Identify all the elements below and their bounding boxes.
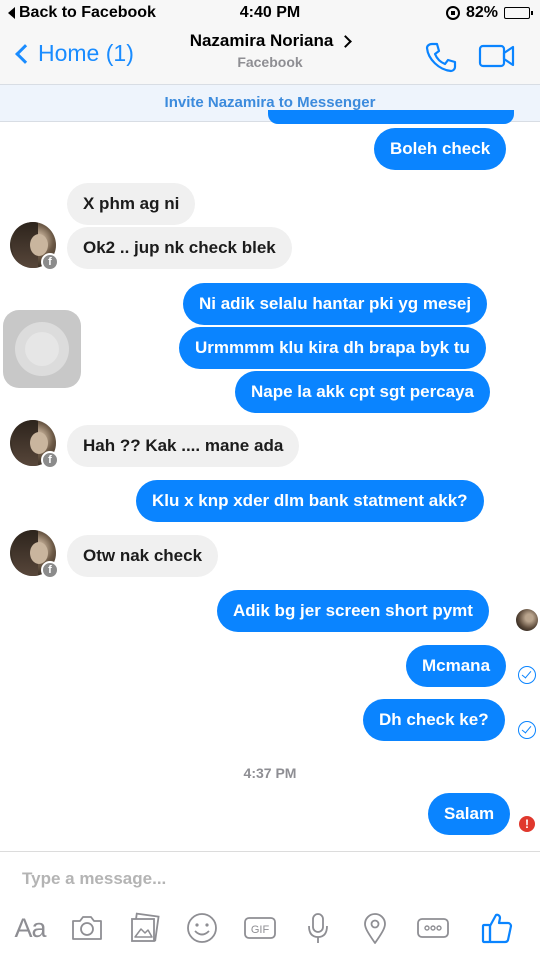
contact-subtitle: Facebook — [237, 54, 303, 70]
contact-name-row: Nazamira Noriana — [189, 31, 353, 51]
delivered-check-icon — [518, 666, 536, 684]
message-in[interactable]: X phm ag ni — [67, 183, 196, 225]
message-out[interactable]: Urmmmm klu kira dh brapa byk tu — [179, 327, 486, 369]
message-out[interactable]: Boleh check — [374, 128, 507, 170]
status-right: 82% — [445, 4, 533, 22]
message-input[interactable] — [10, 860, 530, 898]
composer-toolbar: Aa GIF — [0, 906, 540, 950]
microphone-icon — [308, 913, 328, 943]
nav-bar: Home (1) Nazamira Noriana Facebook — [0, 26, 540, 84]
rotation-lock-icon — [445, 6, 460, 20]
seen-avatar — [516, 609, 538, 631]
message-in[interactable]: Ok2 .. jup nk check blek — [67, 227, 292, 269]
more-dots-icon — [417, 918, 449, 938]
battery-icon — [504, 7, 533, 19]
thumbs-up-icon — [481, 913, 513, 944]
camera-icon — [72, 916, 102, 940]
facebook-badge-icon: f — [41, 561, 59, 579]
contact-name: Nazamira Noriana — [189, 31, 334, 50]
like-button[interactable] — [475, 906, 519, 950]
voice-button[interactable] — [296, 906, 340, 950]
text-format-label: Aa — [14, 912, 46, 943]
partial-message-bubble — [268, 110, 514, 124]
message-out[interactable]: Ni adik selalu hantar pki yg mesej — [183, 283, 488, 325]
message-out[interactable]: Klu x knp xder dlm bank statment akk? — [136, 480, 484, 522]
message-out[interactable]: Nape la akk cpt sgt percaya — [235, 371, 491, 413]
gallery-button[interactable] — [123, 906, 167, 950]
location-pin-icon — [364, 913, 386, 944]
facebook-badge-icon: f — [41, 451, 59, 469]
camera-button[interactable] — [65, 906, 109, 950]
message-out[interactable]: Salam — [428, 793, 511, 835]
phone-icon[interactable] — [424, 40, 458, 74]
battery-percent: 82% — [465, 4, 498, 21]
message-in[interactable]: Hah ?? Kak .... mane ada — [67, 425, 300, 467]
message-timestamp: 4:37 PM — [243, 765, 297, 781]
facebook-badge-icon: f — [41, 253, 59, 271]
status-bar: Back to Facebook 4:40 PM 82% — [0, 0, 540, 26]
gif-button[interactable]: GIF — [238, 906, 282, 950]
message-out[interactable]: Dh check ke? — [363, 699, 505, 741]
message-out[interactable]: Adik bg jer screen short pymt — [217, 590, 489, 632]
smiley-icon — [187, 913, 217, 943]
send-error-icon[interactable]: ! — [519, 816, 535, 832]
video-call-icon[interactable] — [478, 42, 516, 70]
chevron-right-icon — [339, 34, 353, 48]
delivered-check-icon — [518, 721, 536, 739]
more-options-button[interactable] — [411, 906, 455, 950]
sticker-placeholder-image[interactable] — [3, 310, 81, 388]
gif-icon: GIF — [244, 917, 276, 939]
message-out[interactable]: Mcmana — [406, 645, 507, 687]
text-format-button[interactable]: Aa — [8, 906, 52, 950]
location-button[interactable] — [353, 906, 397, 950]
conversation-title[interactable]: Nazamira Noriana Facebook — [0, 31, 540, 70]
composer-divider — [0, 851, 540, 852]
svg-text:GIF: GIF — [251, 924, 270, 936]
gallery-icon — [131, 912, 160, 942]
emoji-button[interactable] — [180, 906, 224, 950]
message-in[interactable]: Otw nak check — [67, 535, 219, 577]
